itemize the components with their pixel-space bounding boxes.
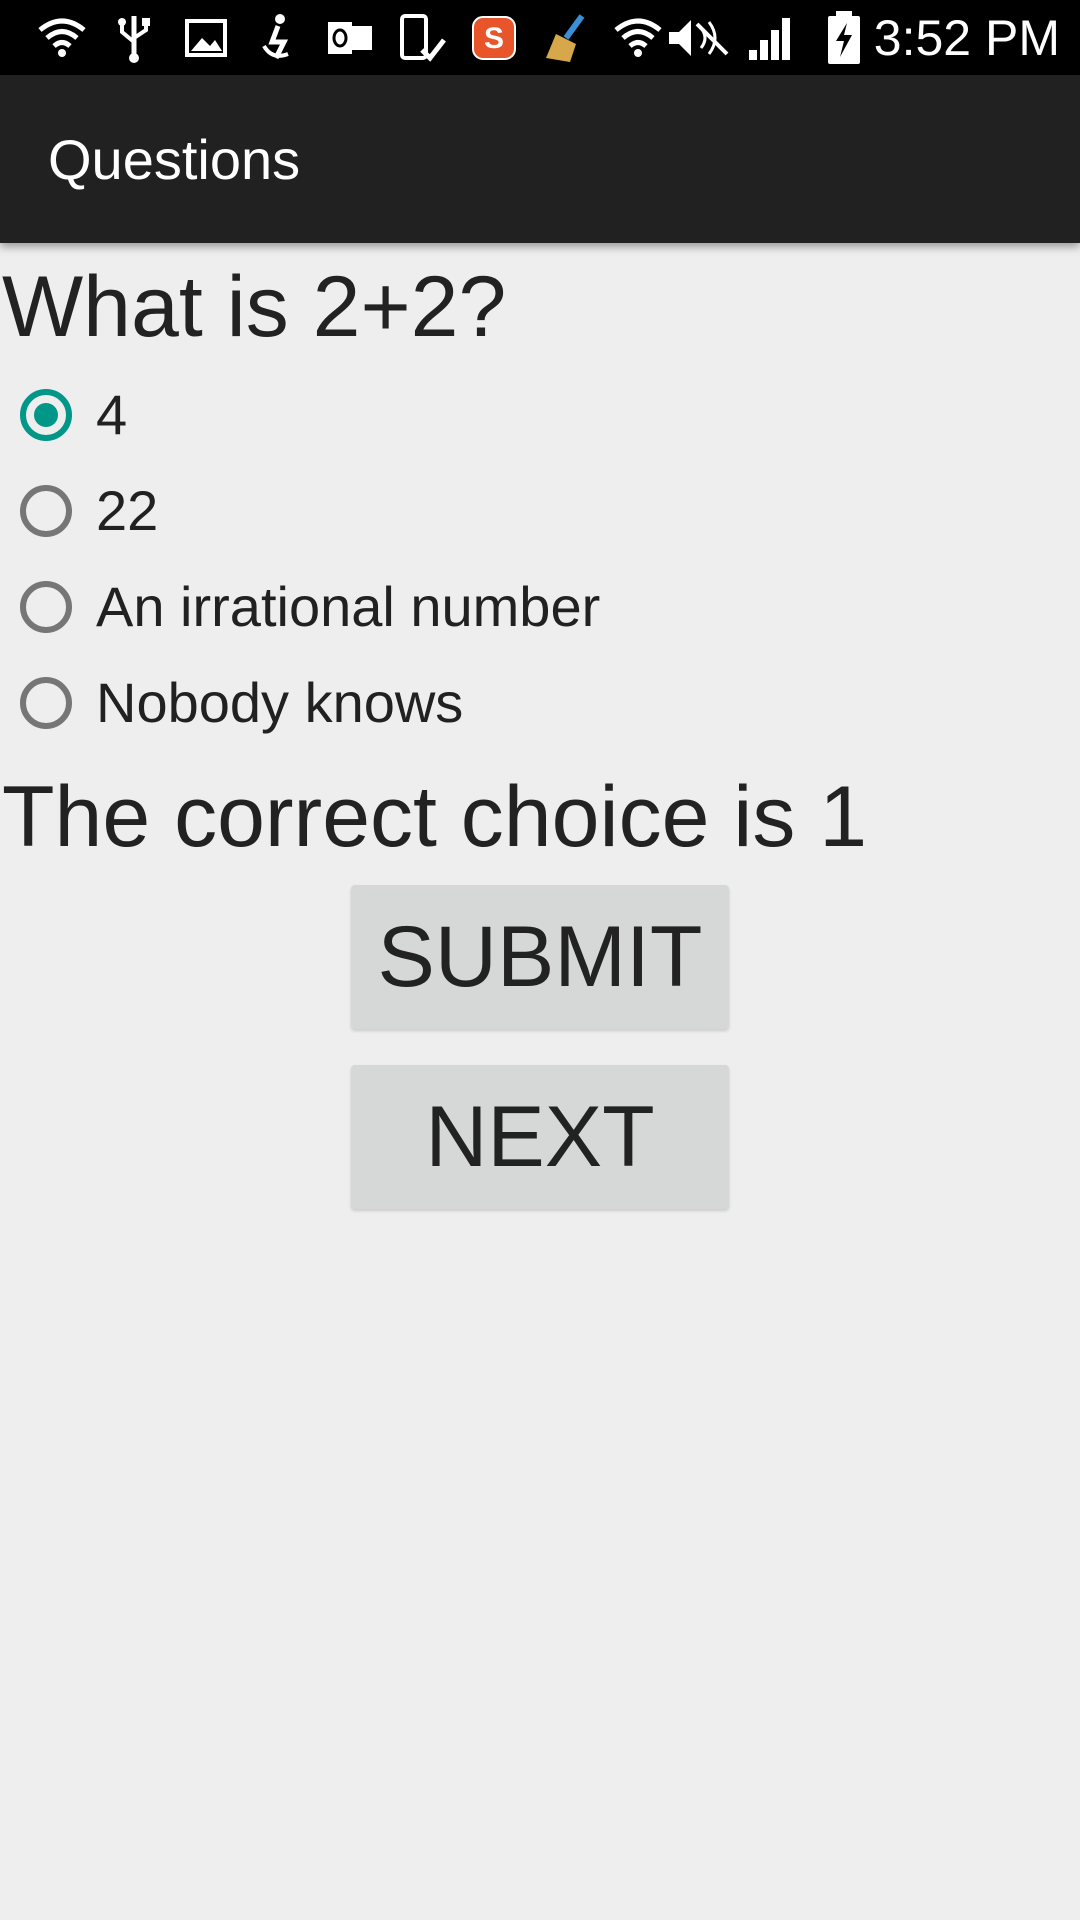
outlook-icon (314, 10, 386, 66)
status-bar: S 3:52 PM (0, 0, 1080, 75)
radio-dot (34, 403, 58, 427)
option-label: An irrational number (96, 575, 601, 638)
system-icons (664, 10, 880, 66)
usb-icon (98, 10, 170, 66)
result-text: The correct choice is 1 (2, 769, 868, 865)
broom-icon (530, 10, 602, 66)
battery-charging-icon (808, 10, 880, 66)
option-4[interactable]: 4 (0, 367, 700, 463)
option-label: 4 (96, 383, 128, 446)
mute-icon (664, 10, 736, 66)
option-22[interactable]: 22 (0, 463, 700, 559)
notification-icons: S (26, 10, 674, 66)
radio-button-checked[interactable] (20, 389, 72, 441)
s-app-icon: S (458, 10, 530, 66)
signal-icon (736, 10, 808, 66)
question-text: What is 2+2? (2, 259, 507, 355)
radio-button[interactable] (20, 485, 72, 537)
radio-button[interactable] (20, 581, 72, 633)
app-title: Questions (48, 128, 301, 191)
option-nobody-knows[interactable]: Nobody knows (0, 655, 700, 751)
option-label: Nobody knows (96, 671, 464, 734)
wifi-icon (26, 10, 98, 66)
submit-button[interactable]: SUBMIT (351, 885, 729, 1029)
accessibility-icon (242, 10, 314, 66)
phone-check-icon (386, 10, 458, 66)
image-icon (170, 10, 242, 66)
svg-text:S: S (484, 22, 504, 55)
app-bar: Questions (0, 75, 1080, 243)
option-irrational-number[interactable]: An irrational number (0, 559, 700, 655)
status-time: 3:52 PM (873, 10, 1060, 66)
option-label: 22 (96, 479, 159, 542)
radio-button[interactable] (20, 677, 72, 729)
next-button[interactable]: NEXT (351, 1065, 729, 1209)
